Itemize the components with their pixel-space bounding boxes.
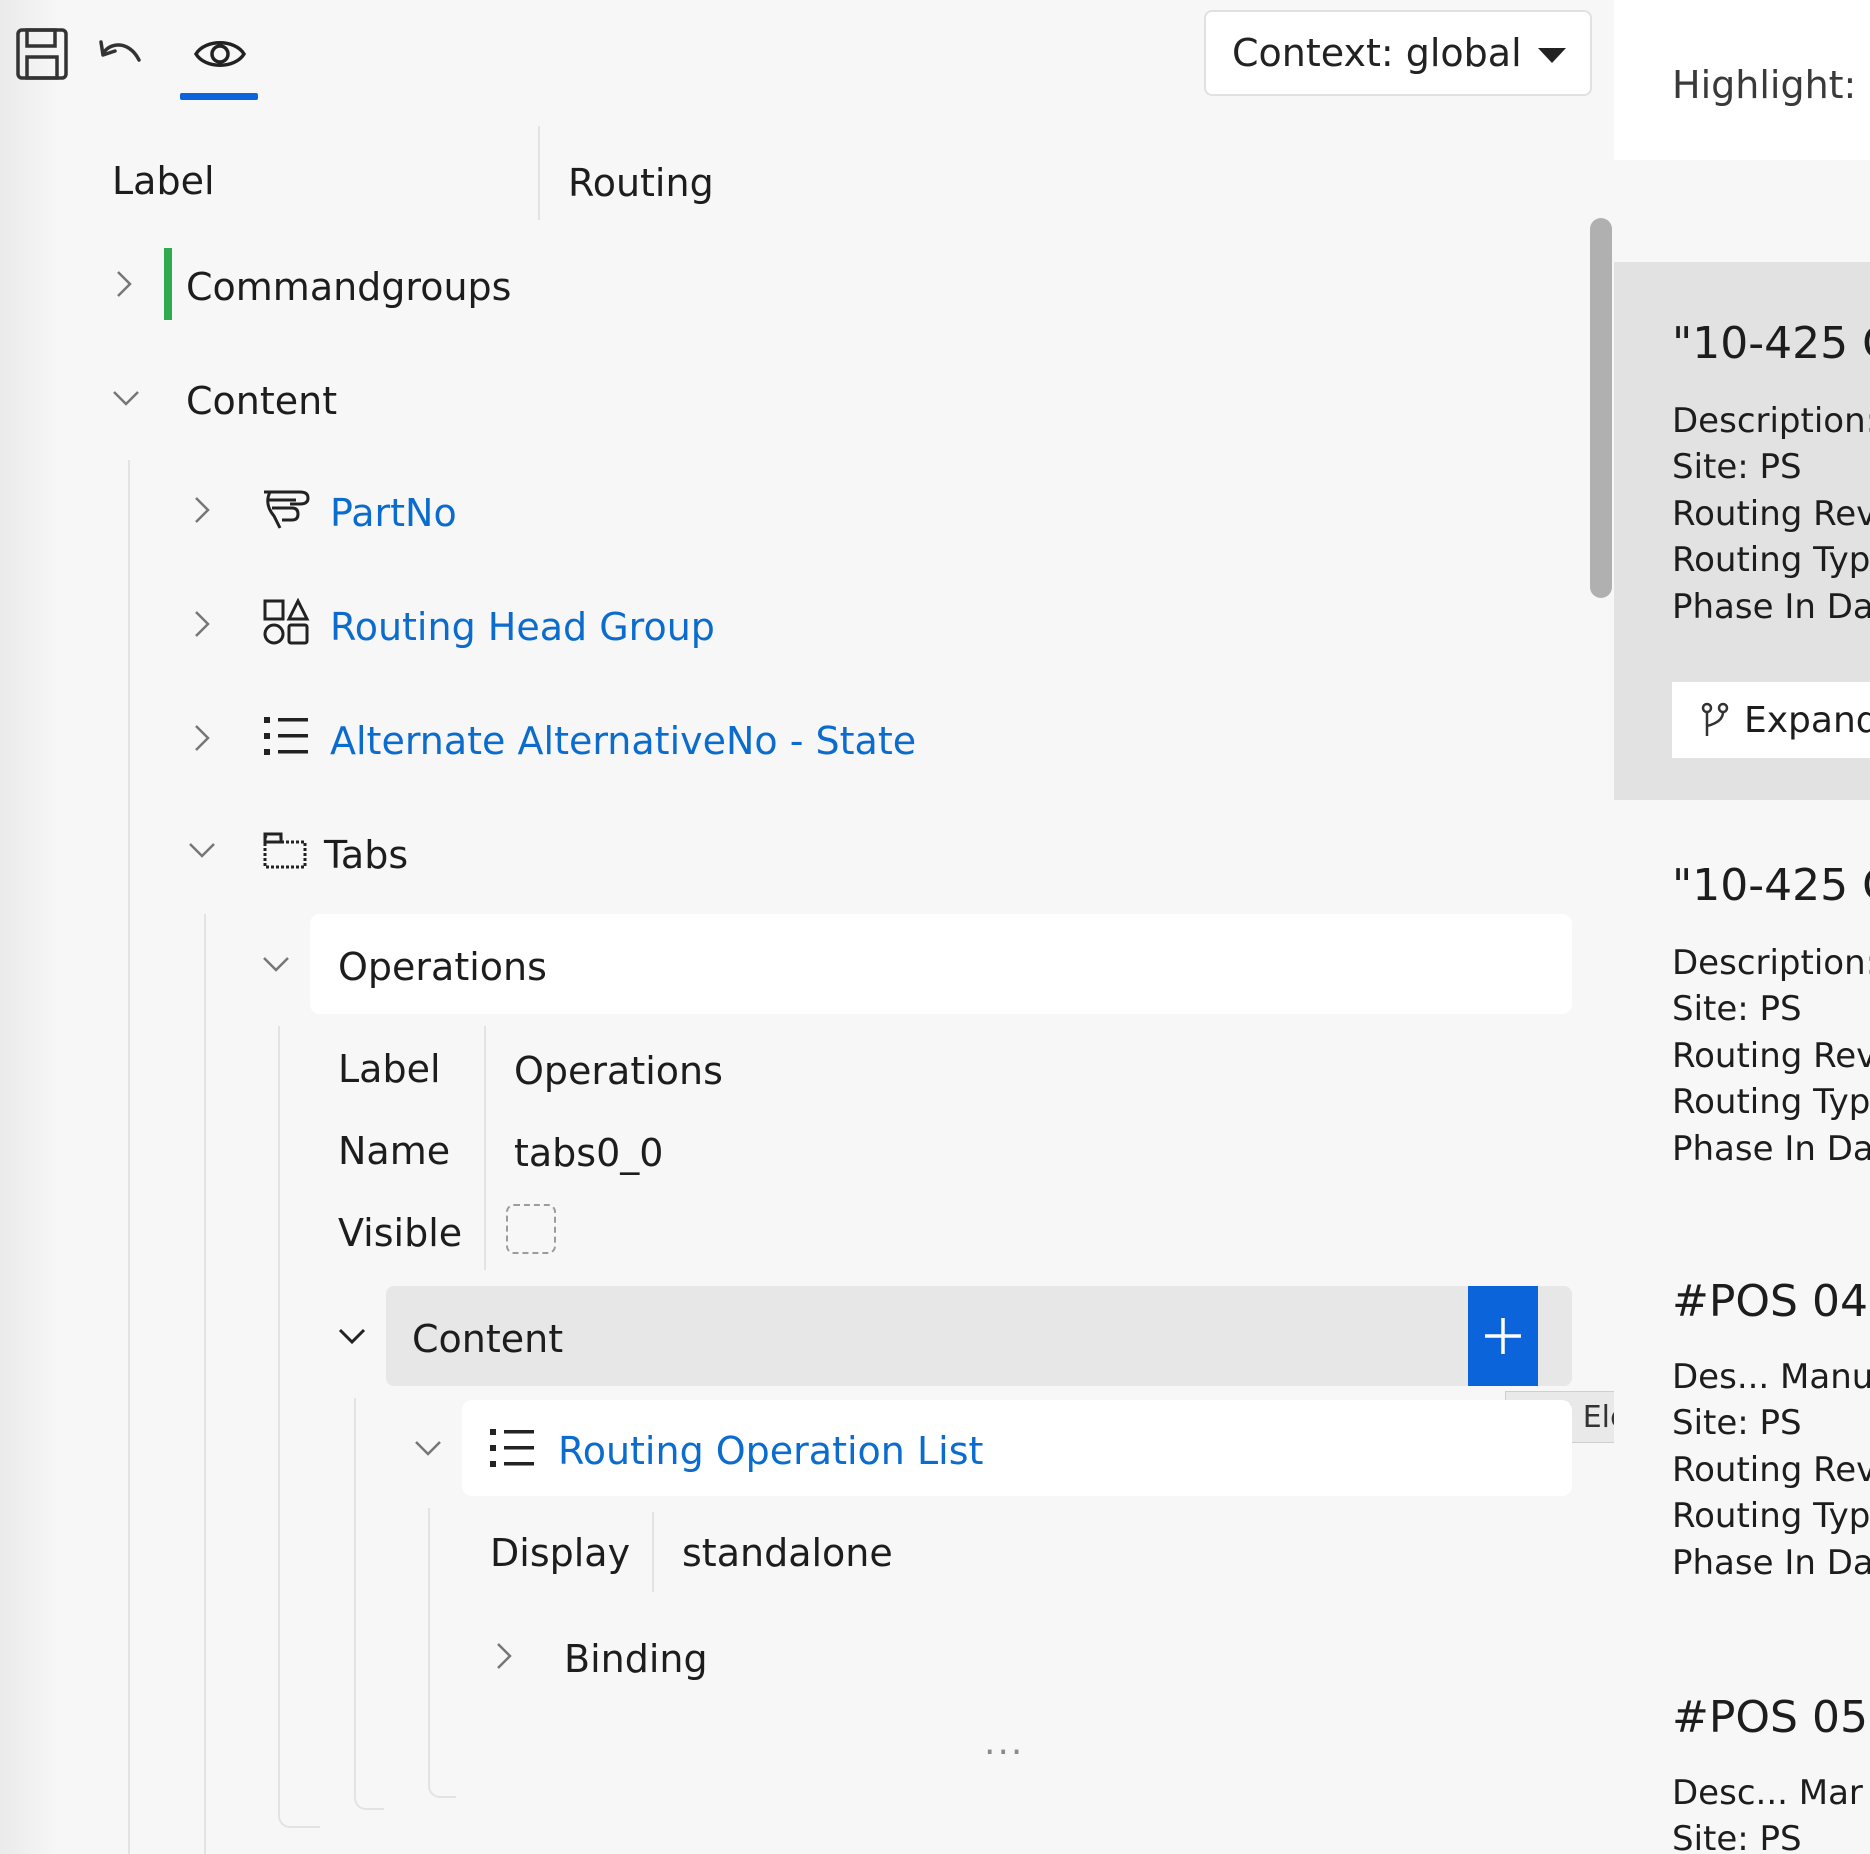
prop-value-label[interactable]: Operations [514, 1052, 723, 1090]
highlight-panel: Highlight: I "10-425 G Description: Site… [1614, 0, 1870, 1854]
caret-down-icon [1538, 48, 1566, 63]
visible-checkbox[interactable] [506, 1204, 556, 1254]
hand-pointer-icon [264, 490, 310, 529]
record-line: Routing Revi [1672, 1450, 1870, 1490]
tree-node-routing-operation-list[interactable]: Routing Operation List [558, 1432, 983, 1470]
tree-node-routing-head-group[interactable]: Routing Head Group [330, 608, 715, 646]
record-title: "10-425 G [1672, 318, 1870, 369]
more-ellipsis[interactable]: ... [984, 1722, 1024, 1763]
list-icon [264, 717, 308, 755]
chevron-right-icon[interactable] [106, 266, 142, 302]
record-line: Description: [1672, 943, 1870, 983]
context-dropdown[interactable]: Context: global [1204, 10, 1592, 96]
tree-node-alternate[interactable]: Alternate AlternativeNo - State [330, 722, 916, 760]
eye-icon [193, 41, 247, 67]
chevron-down-icon[interactable] [184, 832, 220, 868]
tree-guide-line [428, 1508, 456, 1798]
chevron-right-icon[interactable] [184, 720, 220, 756]
chevron-down-icon[interactable] [334, 1318, 370, 1354]
tree-guide-line [278, 1026, 320, 1828]
prop-key-display: Display [490, 1531, 631, 1575]
context-dropdown-label: Context: global [1232, 31, 1522, 75]
prop-divider [652, 1512, 654, 1592]
tree-node-binding[interactable]: Binding [564, 1640, 708, 1678]
active-tab-indicator [180, 93, 258, 100]
record-line: Phase In Dat [1672, 587, 1870, 627]
prop-value-name[interactable]: tabs0_0 [514, 1134, 663, 1172]
modified-marker [164, 248, 172, 320]
chevron-right-icon[interactable] [486, 1638, 522, 1674]
header-label-value: Routing [568, 161, 714, 205]
editor-toolbar: Context: global [0, 0, 1620, 110]
prop-divider [484, 1026, 486, 1270]
tree-scrollbar[interactable] [1590, 218, 1612, 598]
content-section-bar [386, 1286, 1572, 1386]
record-title[interactable]: #POS 050 [1672, 1696, 1870, 1740]
expand-button-label: Expand [1744, 699, 1870, 741]
tree-node-inner-content[interactable]: Content [412, 1320, 563, 1358]
chevron-right-icon[interactable] [184, 606, 220, 642]
expand-button[interactable]: Expand [1672, 682, 1870, 758]
tabs-icon [263, 832, 307, 869]
chevron-down-icon[interactable] [410, 1430, 446, 1466]
record-line: Site: PS [1672, 447, 1802, 487]
highlight-label[interactable]: Highlight: I [1672, 66, 1870, 104]
tree-guide-line [128, 460, 130, 1854]
record-line: Phase In Dat [1672, 1543, 1870, 1583]
record-title[interactable]: #POS 040 [1672, 1280, 1870, 1324]
record-line: Phase In Dat [1672, 1129, 1870, 1169]
plus-icon [1485, 1318, 1521, 1354]
panel-shadow [0, 0, 60, 1854]
record-line: Site: PS [1672, 1403, 1802, 1443]
record-line: Routing Type [1672, 1496, 1870, 1536]
tree-guide-line [204, 914, 206, 1854]
undo-button[interactable] [92, 26, 148, 82]
record-line: Site: PS [1672, 989, 1802, 1029]
tree-node-tabs[interactable]: Tabs [324, 836, 408, 874]
shapes-group-icon [263, 598, 310, 645]
save-button[interactable] [14, 26, 70, 82]
prop-key-name: Name [338, 1129, 451, 1173]
tree-guide-line [354, 1398, 384, 1810]
tree-node-commandgroups[interactable]: Commandgroups [186, 268, 511, 306]
prop-value-display[interactable]: standalone [682, 1534, 893, 1572]
record-title[interactable]: "10-425 G [1672, 864, 1870, 908]
record-line: Routing Revi [1672, 494, 1870, 534]
tree-node-content[interactable]: Content [186, 382, 337, 420]
chevron-right-icon[interactable] [184, 492, 220, 528]
branch-icon [1701, 702, 1729, 736]
prop-key-label: Label [338, 1047, 441, 1091]
record-line: Routing Type [1672, 540, 1870, 580]
record-line: Routing Type [1672, 1082, 1870, 1122]
save-icon [16, 28, 68, 80]
record-line: Des... Manu [1672, 1357, 1870, 1397]
add-element-button[interactable] [1468, 1286, 1538, 1386]
chevron-down-icon[interactable] [108, 380, 144, 416]
prop-key-visible: Visible [338, 1211, 463, 1255]
tree-node-operations[interactable]: Operations [338, 948, 547, 986]
record-line: Routing Revi [1672, 1036, 1870, 1076]
undo-icon [99, 40, 141, 62]
chevron-down-icon[interactable] [258, 946, 294, 982]
preview-button[interactable] [192, 26, 248, 82]
tree-node-partno[interactable]: PartNo [330, 494, 457, 532]
header-divider [538, 126, 540, 220]
header-label-key: Label [112, 159, 215, 203]
record-line: Site: PS [1672, 1819, 1802, 1854]
record-line: Desc... Mar [1672, 1773, 1863, 1813]
record-line: Description: [1672, 401, 1870, 441]
list-icon [490, 1429, 534, 1467]
